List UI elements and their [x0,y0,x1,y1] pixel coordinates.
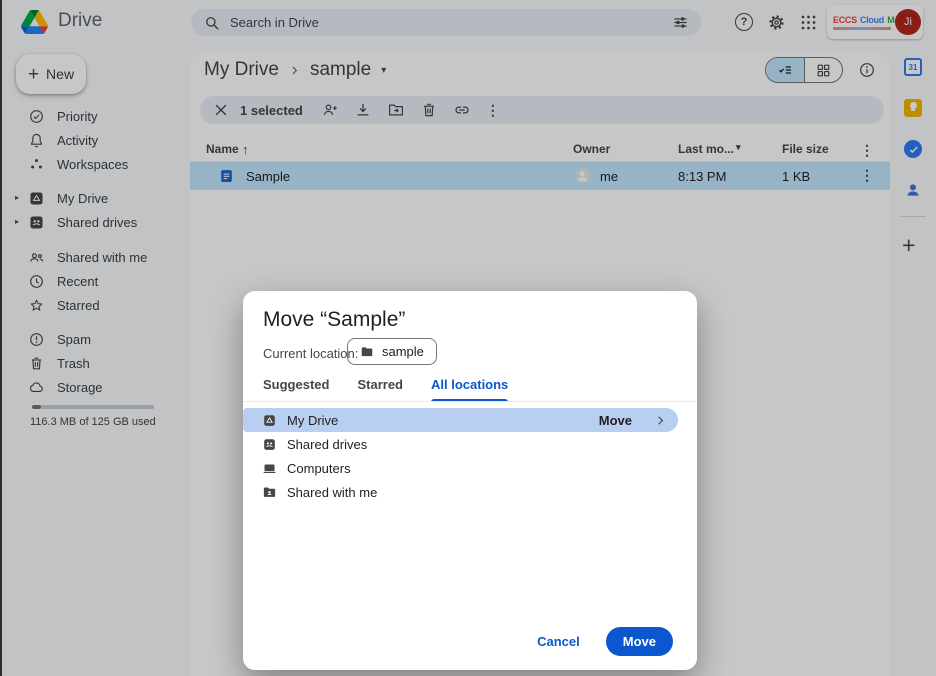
dialog-footer: Cancel Move [537,627,673,656]
move-here-action[interactable]: Move [599,413,668,428]
current-location-label: Current location: [263,346,358,361]
location-list: My Drive Move Shared drives [243,408,697,504]
location-row-computers[interactable]: Computers [243,456,697,480]
shared-drives-icon [262,437,277,452]
location-row-my-drive[interactable]: My Drive Move [243,408,678,432]
move-here-label[interactable]: Move [599,413,632,428]
dialog-title: Move “Sample” [263,308,405,332]
dialog-tabs: Suggested Starred All locations [243,377,697,402]
move-button[interactable]: Move [606,627,673,656]
location-label: Shared with me [287,485,377,500]
tab-all-locations[interactable]: All locations [431,377,508,402]
location-row-shared-with-me[interactable]: Shared with me [243,480,697,504]
my-drive-icon [262,413,277,428]
chevron-right-icon[interactable] [653,413,668,428]
google-drive-app: Drive Search in Drive ? [0,0,936,676]
location-label: Shared drives [287,437,367,452]
shared-folder-icon [262,485,277,500]
current-location-chip[interactable]: sample [347,338,437,365]
cancel-button[interactable]: Cancel [537,634,580,649]
current-location-name: sample [382,344,424,359]
folder-icon [360,345,374,359]
location-label: My Drive [287,413,338,428]
location-row-shared-drives[interactable]: Shared drives [243,432,697,456]
location-label: Computers [287,461,351,476]
tabs-divider [243,401,697,402]
move-dialog: Move “Sample” Current location: sample S… [243,291,697,670]
tab-suggested[interactable]: Suggested [263,377,329,402]
computers-icon [262,461,277,476]
tab-starred[interactable]: Starred [357,377,403,402]
